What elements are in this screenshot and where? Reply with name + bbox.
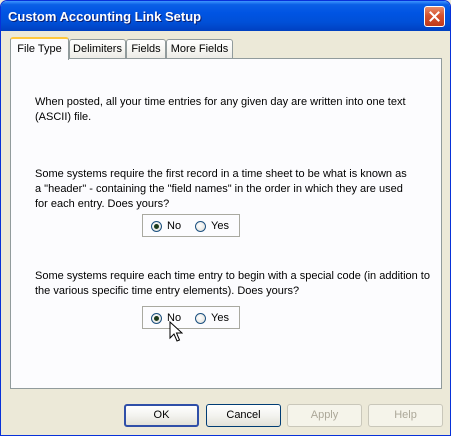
radio-label-no: No: [167, 220, 182, 232]
cancel-button[interactable]: Cancel: [206, 404, 281, 427]
tab-label: Fields: [131, 43, 161, 55]
radio-button-checked: [151, 220, 162, 232]
mouse-pointer-icon: [169, 321, 183, 342]
help-button[interactable]: Help: [368, 404, 443, 427]
tab-delimiters[interactable]: Delimiters: [69, 39, 126, 59]
file-type-panel: When posted, all your time entries for a…: [10, 58, 442, 389]
intro-text: When posted, all your time entries for a…: [35, 96, 406, 123]
window-title: Custom Accounting Link Setup: [8, 9, 202, 24]
tab-file-type[interactable]: File Type: [10, 37, 69, 60]
close-button[interactable]: [424, 6, 445, 27]
dialog-window: Custom Accounting Link Setup File Type D…: [0, 0, 451, 436]
radio-label-yes: Yes: [211, 220, 229, 232]
code-question-text: Some systems require each time entry to …: [35, 270, 430, 297]
close-icon: [429, 11, 440, 22]
header-radio-yes[interactable]: Yes: [195, 219, 229, 233]
tab-more-fields[interactable]: More Fields: [166, 39, 233, 59]
tab-label: Delimiters: [73, 43, 122, 55]
code-radio-yes[interactable]: Yes: [195, 311, 229, 325]
radio-button-unchecked: [195, 312, 206, 324]
radio-button-unchecked: [195, 220, 206, 232]
radio-label-yes: Yes: [211, 312, 229, 324]
header-radio-group: No Yes: [142, 214, 240, 237]
apply-button[interactable]: Apply: [287, 404, 362, 427]
title-bar[interactable]: Custom Accounting Link Setup: [1, 1, 450, 31]
header-question-text: Some systems require the first record in…: [35, 168, 407, 210]
header-radio-no[interactable]: No: [151, 219, 181, 233]
tab-label: More Fields: [170, 43, 229, 55]
tab-fields[interactable]: Fields: [126, 39, 166, 59]
ok-button[interactable]: OK: [124, 404, 199, 427]
tab-label: File Type: [17, 43, 62, 55]
code-radio-group: No Yes: [142, 306, 240, 329]
radio-button-checked: [151, 312, 162, 324]
